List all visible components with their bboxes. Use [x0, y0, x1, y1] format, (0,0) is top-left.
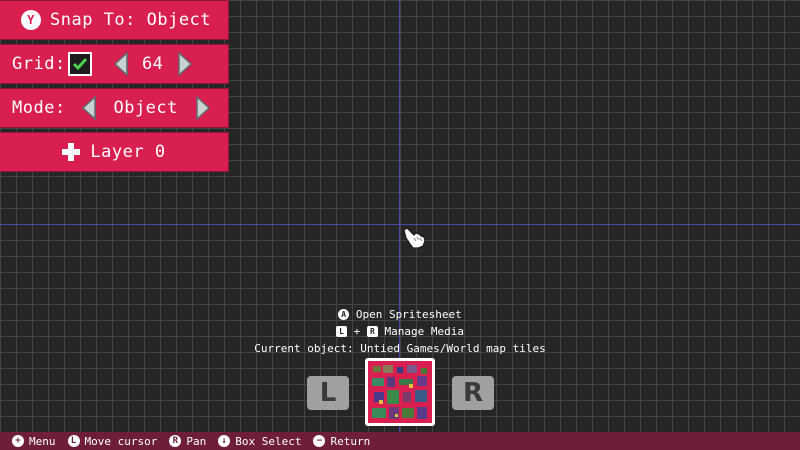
- menu-control[interactable]: + Menu: [12, 435, 56, 448]
- y-button-icon: Y: [21, 10, 41, 30]
- layer-button[interactable]: Layer 0: [0, 132, 229, 172]
- dpad-icon: [62, 143, 81, 161]
- mode-next-arrow-icon[interactable]: [195, 96, 210, 120]
- move-cursor-control[interactable]: L Move cursor: [67, 434, 158, 448]
- plus-button-icon: +: [12, 435, 24, 447]
- minus-button-icon: −: [313, 435, 326, 447]
- next-object-button[interactable]: R: [452, 376, 494, 410]
- mode-prev-arrow-icon[interactable]: [81, 96, 96, 120]
- grid-increase-arrow-icon[interactable]: [177, 52, 192, 76]
- manage-media-text: Manage Media: [384, 325, 464, 338]
- check-icon: [72, 58, 87, 71]
- move-cursor-label: Move cursor: [84, 434, 158, 448]
- stick-press-icon: ↓: [218, 435, 231, 447]
- box-select-label: Box Select: [235, 434, 302, 448]
- grid-panel: Grid: 64: [0, 44, 229, 84]
- bottom-controls-bar: + Menu L Move cursor R Pan ↓ Box Select …: [0, 432, 800, 450]
- box-select-control[interactable]: ↓ Box Select: [218, 435, 301, 448]
- tileset-image: [368, 361, 432, 423]
- menu-control-label: Menu: [29, 434, 56, 448]
- grid-checkbox[interactable]: [67, 52, 92, 76]
- grid-decrease-arrow-icon[interactable]: [113, 52, 128, 76]
- grid-axis-horizontal: [0, 224, 800, 225]
- plus-text: +: [353, 325, 361, 338]
- open-spritesheet-hint: A Open Spritesheet: [0, 308, 800, 321]
- open-spritesheet-text: Open Spritesheet: [355, 308, 462, 321]
- grid-label: Grid:: [12, 54, 66, 74]
- left-stick-icon: L: [67, 435, 80, 447]
- r-button-icon: R: [366, 326, 378, 337]
- snap-to-label: Snap To: Object: [50, 10, 212, 30]
- mode-label: Mode:: [12, 98, 66, 118]
- hand-cursor-icon: [403, 227, 426, 249]
- manage-media-hint: L + R Manage Media: [0, 325, 800, 338]
- grid-size-value: 64: [141, 54, 164, 74]
- prev-object-button[interactable]: L: [307, 376, 349, 410]
- return-control-label: Return: [330, 434, 371, 448]
- snap-to-button[interactable]: Y Snap To: Object: [0, 0, 229, 40]
- mode-value: Object: [113, 98, 178, 118]
- return-control[interactable]: − Return: [313, 435, 370, 448]
- pan-control-label: Pan: [186, 434, 207, 448]
- l-button-icon: L: [336, 326, 347, 337]
- pan-control[interactable]: R Pan: [169, 435, 206, 448]
- mode-panel: Mode: Object: [0, 88, 229, 128]
- right-stick-icon: R: [169, 435, 182, 447]
- a-button-icon: A: [338, 309, 350, 320]
- layer-label: Layer 0: [90, 142, 166, 162]
- current-object-text: Current object: Untied Games/World map t…: [254, 342, 546, 355]
- current-object-thumbnail[interactable]: [365, 358, 435, 426]
